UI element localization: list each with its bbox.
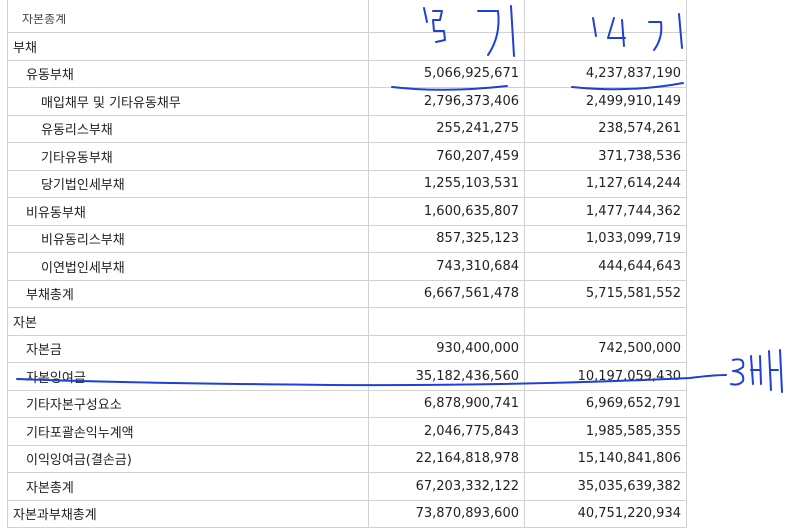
- table-row: 이익잉여금(결손금) 22,164,818,978 15,140,841,806: [7, 444, 687, 473]
- cut-off-row-label: 자본총계: [22, 14, 67, 24]
- value-current-period: 22,164,818,978: [368, 444, 525, 473]
- row-label: 자본: [7, 307, 369, 336]
- value-current-period: 2,796,373,406: [368, 87, 525, 116]
- value-current-period: 6,667,561,478: [368, 279, 525, 308]
- row-label: 부채총계: [7, 279, 369, 308]
- table-row: 비유동부채 1,600,635,807 1,477,744,362: [7, 197, 687, 226]
- row-label: 자본과부채총계: [7, 499, 369, 528]
- row-label: 당기법인세부채: [7, 169, 369, 198]
- value-prior-period: 2,499,910,149: [524, 87, 687, 116]
- row-label: 유동부채: [7, 59, 369, 88]
- table-row: 자본총계 67,203,332,122 35,035,639,382: [7, 472, 687, 501]
- table-row: 자본과부채총계 73,870,893,600 40,751,220,934: [7, 499, 687, 528]
- table-row: 기타자본구성요소 6,878,900,741 6,969,652,791: [7, 389, 687, 418]
- top-cut-area: 자본총계: [7, 0, 687, 32]
- value-prior-period: 1,985,585,355: [524, 417, 687, 446]
- value-current-period: 35,182,436,560: [368, 362, 525, 391]
- table-row: 유동부채 5,066,925,671 4,237,837,190: [7, 59, 687, 88]
- row-label: 자본잉여금: [7, 362, 369, 391]
- value-prior-period: 35,035,639,382: [524, 472, 687, 501]
- value-current-period: 1,255,103,531: [368, 169, 525, 198]
- value-current-period: 743,310,684: [368, 252, 525, 281]
- balance-sheet-table: 부채 유동부채 5,066,925,671 4,237,837,190 매입채무 및 기…: [7, 32, 687, 528]
- table-row: 유동리스부채 255,241,275 238,574,261: [7, 114, 687, 143]
- table-row: 이연법인세부채 743,310,684 444,644,643: [7, 252, 687, 281]
- table-row: 자본금 930,400,000 742,500,000: [7, 334, 687, 363]
- value-current-period: 5,066,925,671: [368, 59, 525, 88]
- value-prior-period: 1,033,099,719: [524, 224, 687, 253]
- value-current-period: 67,203,332,122: [368, 472, 525, 501]
- row-label: 매입채무 및 기타유동채무: [7, 87, 369, 116]
- value-current-period: 2,046,775,843: [368, 417, 525, 446]
- value-current-period: [368, 32, 525, 61]
- value-prior-period: 238,574,261: [524, 114, 687, 143]
- value-current-period: 1,600,635,807: [368, 197, 525, 226]
- value-current-period: [368, 307, 525, 336]
- row-label: 이연법인세부채: [7, 252, 369, 281]
- row-label: 이익잉여금(결손금): [7, 444, 369, 473]
- table-row: 부채: [7, 32, 687, 61]
- value-prior-period: 15,140,841,806: [524, 444, 687, 473]
- table-row: 당기법인세부채 1,255,103,531 1,127,614,244: [7, 169, 687, 198]
- value-current-period: 6,878,900,741: [368, 389, 525, 418]
- table-row: 부채총계 6,667,561,478 5,715,581,552: [7, 279, 687, 308]
- value-prior-period: [524, 32, 687, 61]
- table-row: 자본: [7, 307, 687, 336]
- value-prior-period: 1,477,744,362: [524, 197, 687, 226]
- value-prior-period: 6,969,652,791: [524, 389, 687, 418]
- column-divider: [686, 0, 687, 32]
- table-row: 기타유동부채 760,207,459 371,738,536: [7, 142, 687, 171]
- table-row: 자본잉여금 35,182,436,560 10,197,059,430: [7, 362, 687, 391]
- row-label: 기타포괄손익누계액: [7, 417, 369, 446]
- value-prior-period: 1,127,614,244: [524, 169, 687, 198]
- table-row: 매입채무 및 기타유동채무 2,796,373,406 2,499,910,149: [7, 87, 687, 116]
- value-prior-period: 4,237,837,190: [524, 59, 687, 88]
- row-label: 자본금: [7, 334, 369, 363]
- row-label: 유동리스부채: [7, 114, 369, 143]
- value-current-period: 857,325,123: [368, 224, 525, 253]
- value-current-period: 255,241,275: [368, 114, 525, 143]
- row-label: 비유동리스부채: [7, 224, 369, 253]
- value-prior-period: 5,715,581,552: [524, 279, 687, 308]
- value-current-period: 930,400,000: [368, 334, 525, 363]
- value-prior-period: 371,738,536: [524, 142, 687, 171]
- balance-sheet-body: 부채 유동부채 5,066,925,671 4,237,837,190 매입채무 및 기…: [7, 32, 687, 528]
- value-prior-period: 10,197,059,430: [524, 362, 687, 391]
- value-prior-period: 742,500,000: [524, 334, 687, 363]
- value-prior-period: [524, 307, 687, 336]
- value-current-period: 73,870,893,600: [368, 499, 525, 528]
- row-label: 자본총계: [7, 472, 369, 501]
- table-row: 비유동리스부채 857,325,123 1,033,099,719: [7, 224, 687, 253]
- column-divider: [368, 0, 369, 32]
- row-label: 기타유동부채: [7, 142, 369, 171]
- row-label: 부채: [7, 32, 369, 61]
- table-row: 기타포괄손익누계액 2,046,775,843 1,985,585,355: [7, 417, 687, 446]
- note-3bae: [730, 349, 783, 393]
- value-current-period: 760,207,459: [368, 142, 525, 171]
- row-label: 기타자본구성요소: [7, 389, 369, 418]
- column-divider: [524, 0, 525, 32]
- row-label: 비유동부채: [7, 197, 369, 226]
- value-prior-period: 40,751,220,934: [524, 499, 687, 528]
- value-prior-period: 444,644,643: [524, 252, 687, 281]
